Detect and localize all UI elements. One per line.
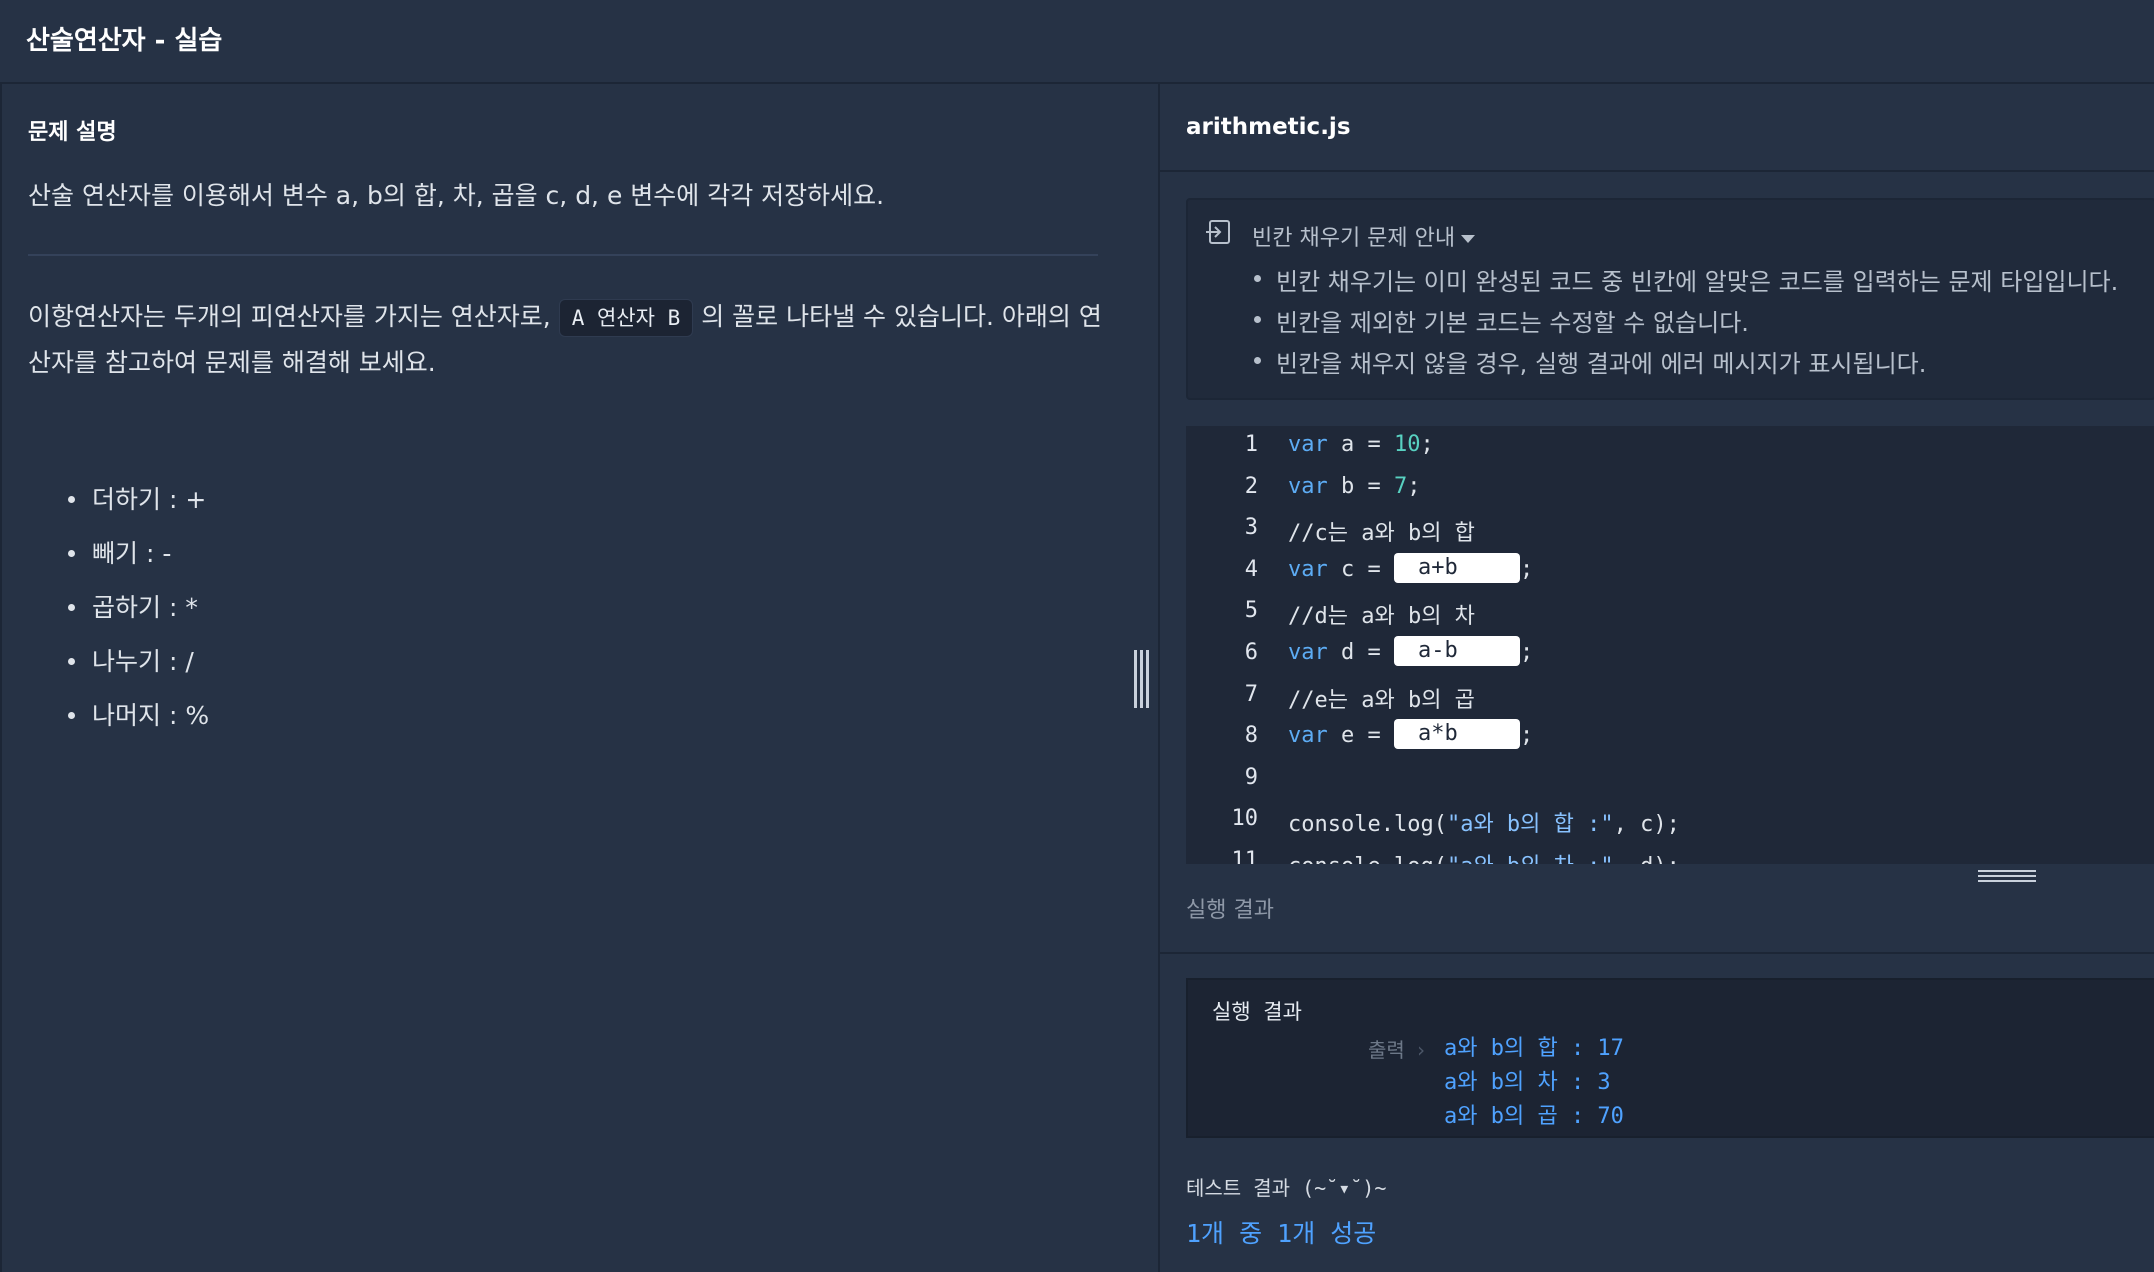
problem-description: 산술 연산자를 이용해서 변수 a, b의 합, 차, 곱을 c, d, e 변… <box>28 181 885 210</box>
guide-list: 빈칸 채우기는 이미 완성된 코드 중 빈칸에 알맞은 코드를 입력하는 문제 … <box>1250 262 2118 385</box>
line-number: 8 <box>1244 723 1258 749</box>
inline-code: A 연산자 B <box>558 299 694 337</box>
code-line: 2 var b = 7; <box>1186 468 2154 510</box>
guide-toggle[interactable]: 빈칸 채우기 문제 안내 <box>1252 220 1476 252</box>
handle-bar <box>1978 870 2036 872</box>
line-number: 3 <box>1244 515 1258 541</box>
blank-input-d[interactable]: a-b <box>1393 636 1520 666</box>
code-line: 7 //e는 a와 b의 곱 <box>1186 676 2154 718</box>
code-line: 8 var e = a*b; <box>1186 717 2154 759</box>
splitter-bar <box>1140 650 1143 708</box>
code-text: var a = 10; <box>1288 432 1434 457</box>
test-result-title: 테스트 결과 (~˘▾˘)~ <box>1186 1176 1387 1200</box>
line-number: 1 <box>1244 432 1258 457</box>
list-item: 곱하기 : * <box>64 588 209 642</box>
code-line: 11 console.log("a와 b의 차 :", d); <box>1186 842 2154 864</box>
paragraph-text-before: 이항연산자는 두개의 피연산자를 가지는 연산자로, <box>28 302 551 331</box>
caret-down-icon <box>1461 235 1476 243</box>
line-number: 11 <box>1231 848 1259 864</box>
line-number: 9 <box>1244 764 1258 790</box>
code-line: 4 var c = a+b; <box>1186 551 2154 593</box>
output-text: a와 b의 합 : 17 a와 b의 차 : 3 a와 b의 곱 : 70 <box>1444 1036 1624 1129</box>
code-line: 6 var d = a-b; <box>1186 634 2154 676</box>
guide-title: 빈칸 채우기 문제 안내 <box>1252 226 1456 251</box>
file-name: arithmetic.js <box>1186 114 1351 140</box>
list-item: 나머지 : % <box>64 696 209 750</box>
list-item: 빈칸 채우기는 이미 완성된 코드 중 빈칸에 알맞은 코드를 입력하는 문제 … <box>1250 262 2118 303</box>
list-item: 빼기 : - <box>64 534 209 588</box>
code-editor[interactable]: 1 var a = 10; 2 var b = 7; 3 //c는 a와 b의 … <box>1186 426 2154 864</box>
page-title: 산술연산자 - 실습 <box>26 26 223 56</box>
editor-panel: arithmetic.js 빈칸 채우기 문제 안내 빈칸 채우기는 이미 완성… <box>1158 84 2154 1272</box>
fill-blank-guide: 빈칸 채우기 문제 안내 빈칸 채우기는 이미 완성된 코드 중 빈칸에 알맞은… <box>1186 198 2154 400</box>
list-item: 빈칸을 제외한 기본 코드는 수정할 수 없습니다. <box>1250 303 2118 344</box>
code-text: var b = 7; <box>1288 473 1421 499</box>
problem-panel: 문제 설명 산술 연산자를 이용해서 변수 a, b의 합, 차, 곱을 c, … <box>0 84 1158 1272</box>
output-console: 실행 결과 출력 › a와 b의 합 : 17 a와 b의 차 : 3 a와 b의… <box>1186 978 2154 1138</box>
code-text: var c = a+b; <box>1288 552 1534 583</box>
blank-input-c[interactable]: a+b <box>1393 552 1520 583</box>
handle-bar <box>1978 880 2036 882</box>
output-label: 출력 › <box>1368 1038 1427 1062</box>
divider <box>28 254 1098 256</box>
chevron-right-icon: › <box>1414 1038 1427 1062</box>
top-bar: 산술연산자 - 실습 <box>0 0 2154 84</box>
code-line: 10 console.log("a와 b의 합 :", c); <box>1186 800 2154 842</box>
run-result-tab-label: 실행 결과 <box>1186 898 1274 923</box>
blank-input-e[interactable]: a*b <box>1393 719 1520 750</box>
splitter-bar <box>1146 650 1149 708</box>
handle-bar <box>1978 875 2036 877</box>
code-line: 1 var a = 10; <box>1186 426 2154 468</box>
file-tab[interactable]: arithmetic.js <box>1160 84 2154 172</box>
code-text: console.log("a와 b의 합 :", c); <box>1288 812 1680 838</box>
code-text: var e = a*b; <box>1288 719 1534 750</box>
output-heading: 실행 결과 <box>1212 1000 1302 1024</box>
vertical-resize-handle[interactable] <box>1978 870 2036 884</box>
code-comment: //d는 a와 b의 차 <box>1288 604 1475 630</box>
problem-paragraph: 이항연산자는 두개의 피연산자를 가지는 연산자로, A 연산자 B 의 꼴로 … <box>28 294 1108 386</box>
splitter-bar <box>1134 650 1137 708</box>
code-text: console.log("a와 b의 차 :", d); <box>1288 848 1680 864</box>
panel-splitter-handle[interactable] <box>1134 650 1150 708</box>
list-item: 빈칸을 채우지 않을 경우, 실행 결과에 에러 메시지가 표시됩니다. <box>1250 344 2118 385</box>
code-comment: //e는 a와 b의 곱 <box>1288 687 1475 713</box>
line-number: 5 <box>1244 598 1258 624</box>
line-number: 6 <box>1244 640 1258 665</box>
test-result-summary: 1개 중 1개 성공 <box>1186 1219 1377 1248</box>
operator-list: 더하기 : + 빼기 : - 곱하기 : * 나누기 : / 나머지 : % <box>64 480 209 750</box>
code-comment: //c는 a와 b의 합 <box>1288 521 1475 547</box>
problem-heading: 문제 설명 <box>28 120 117 145</box>
code-line: 5 //d는 a와 b의 차 <box>1186 592 2154 634</box>
line-number: 7 <box>1244 681 1258 707</box>
line-number: 2 <box>1244 473 1258 499</box>
list-item: 나누기 : / <box>64 642 209 696</box>
login-icon <box>1206 220 1230 244</box>
line-number: 4 <box>1244 556 1258 582</box>
list-item: 더하기 : + <box>64 480 209 534</box>
code-line: 3 //c는 a와 b의 합 <box>1186 509 2154 551</box>
code-line: 9 <box>1186 759 2154 801</box>
code-text: var d = a-b; <box>1288 636 1534 666</box>
line-number: 10 <box>1231 806 1259 832</box>
